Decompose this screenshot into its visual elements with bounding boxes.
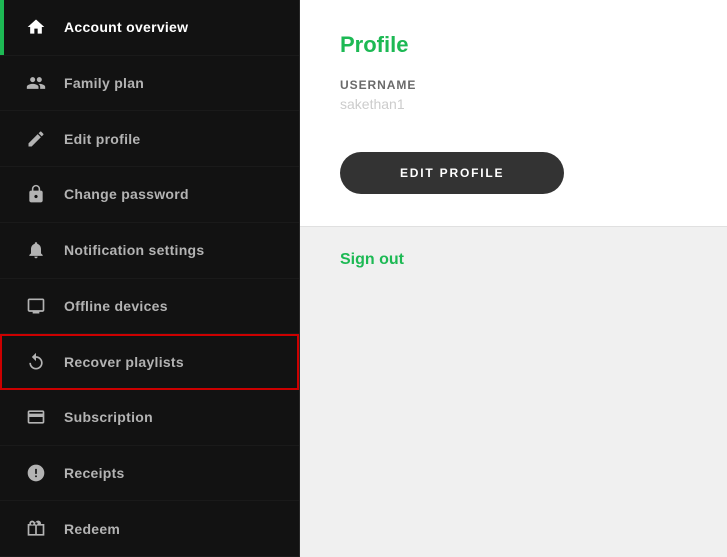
sidebar-item-label: Redeem: [64, 521, 120, 537]
profile-section: Profile Username sakethan1 EDIT PROFILE: [300, 0, 727, 227]
home-icon: [24, 15, 48, 39]
pencil-icon: [24, 127, 48, 151]
sidebar-item-label: Family plan: [64, 75, 144, 91]
sidebar: Account overview Family plan Edit profil…: [0, 0, 300, 557]
subscription-icon: [24, 405, 48, 429]
sidebar-item-family-plan[interactable]: Family plan: [0, 56, 299, 112]
receipts-icon: [24, 461, 48, 485]
sidebar-item-label: Receipts: [64, 465, 125, 481]
sidebar-item-subscription[interactable]: Subscription: [0, 390, 299, 446]
bottom-section: Sign out: [300, 227, 727, 557]
sidebar-item-change-password[interactable]: Change password: [0, 167, 299, 223]
sidebar-item-label: Change password: [64, 186, 189, 202]
sidebar-item-label: Edit profile: [64, 131, 140, 147]
recover-icon: [24, 350, 48, 374]
bottom-section-title: Sign out: [340, 251, 687, 269]
sidebar-item-recover-playlists[interactable]: Recover playlists: [0, 334, 299, 390]
main-content: Profile Username sakethan1 EDIT PROFILE …: [300, 0, 727, 557]
family-icon: [24, 71, 48, 95]
sidebar-item-account-overview[interactable]: Account overview: [0, 0, 299, 56]
sidebar-item-edit-profile[interactable]: Edit profile: [0, 111, 299, 167]
sidebar-item-notification-settings[interactable]: Notification settings: [0, 223, 299, 279]
edit-profile-button[interactable]: EDIT PROFILE: [340, 152, 564, 194]
username-label: Username: [340, 78, 687, 92]
sidebar-item-label: Account overview: [64, 19, 188, 35]
profile-title: Profile: [340, 32, 687, 58]
sidebar-item-label: Recover playlists: [64, 354, 184, 370]
sidebar-item-label: Offline devices: [64, 298, 168, 314]
lock-icon: [24, 182, 48, 206]
offline-icon: [24, 294, 48, 318]
sidebar-item-offline-devices[interactable]: Offline devices: [0, 279, 299, 335]
sidebar-item-receipts[interactable]: Receipts: [0, 446, 299, 502]
bell-icon: [24, 238, 48, 262]
sidebar-item-redeem[interactable]: Redeem: [0, 501, 299, 557]
redeem-icon: [24, 517, 48, 541]
username-value: sakethan1: [340, 96, 687, 112]
sidebar-item-label: Subscription: [64, 409, 153, 425]
sidebar-item-label: Notification settings: [64, 242, 204, 258]
